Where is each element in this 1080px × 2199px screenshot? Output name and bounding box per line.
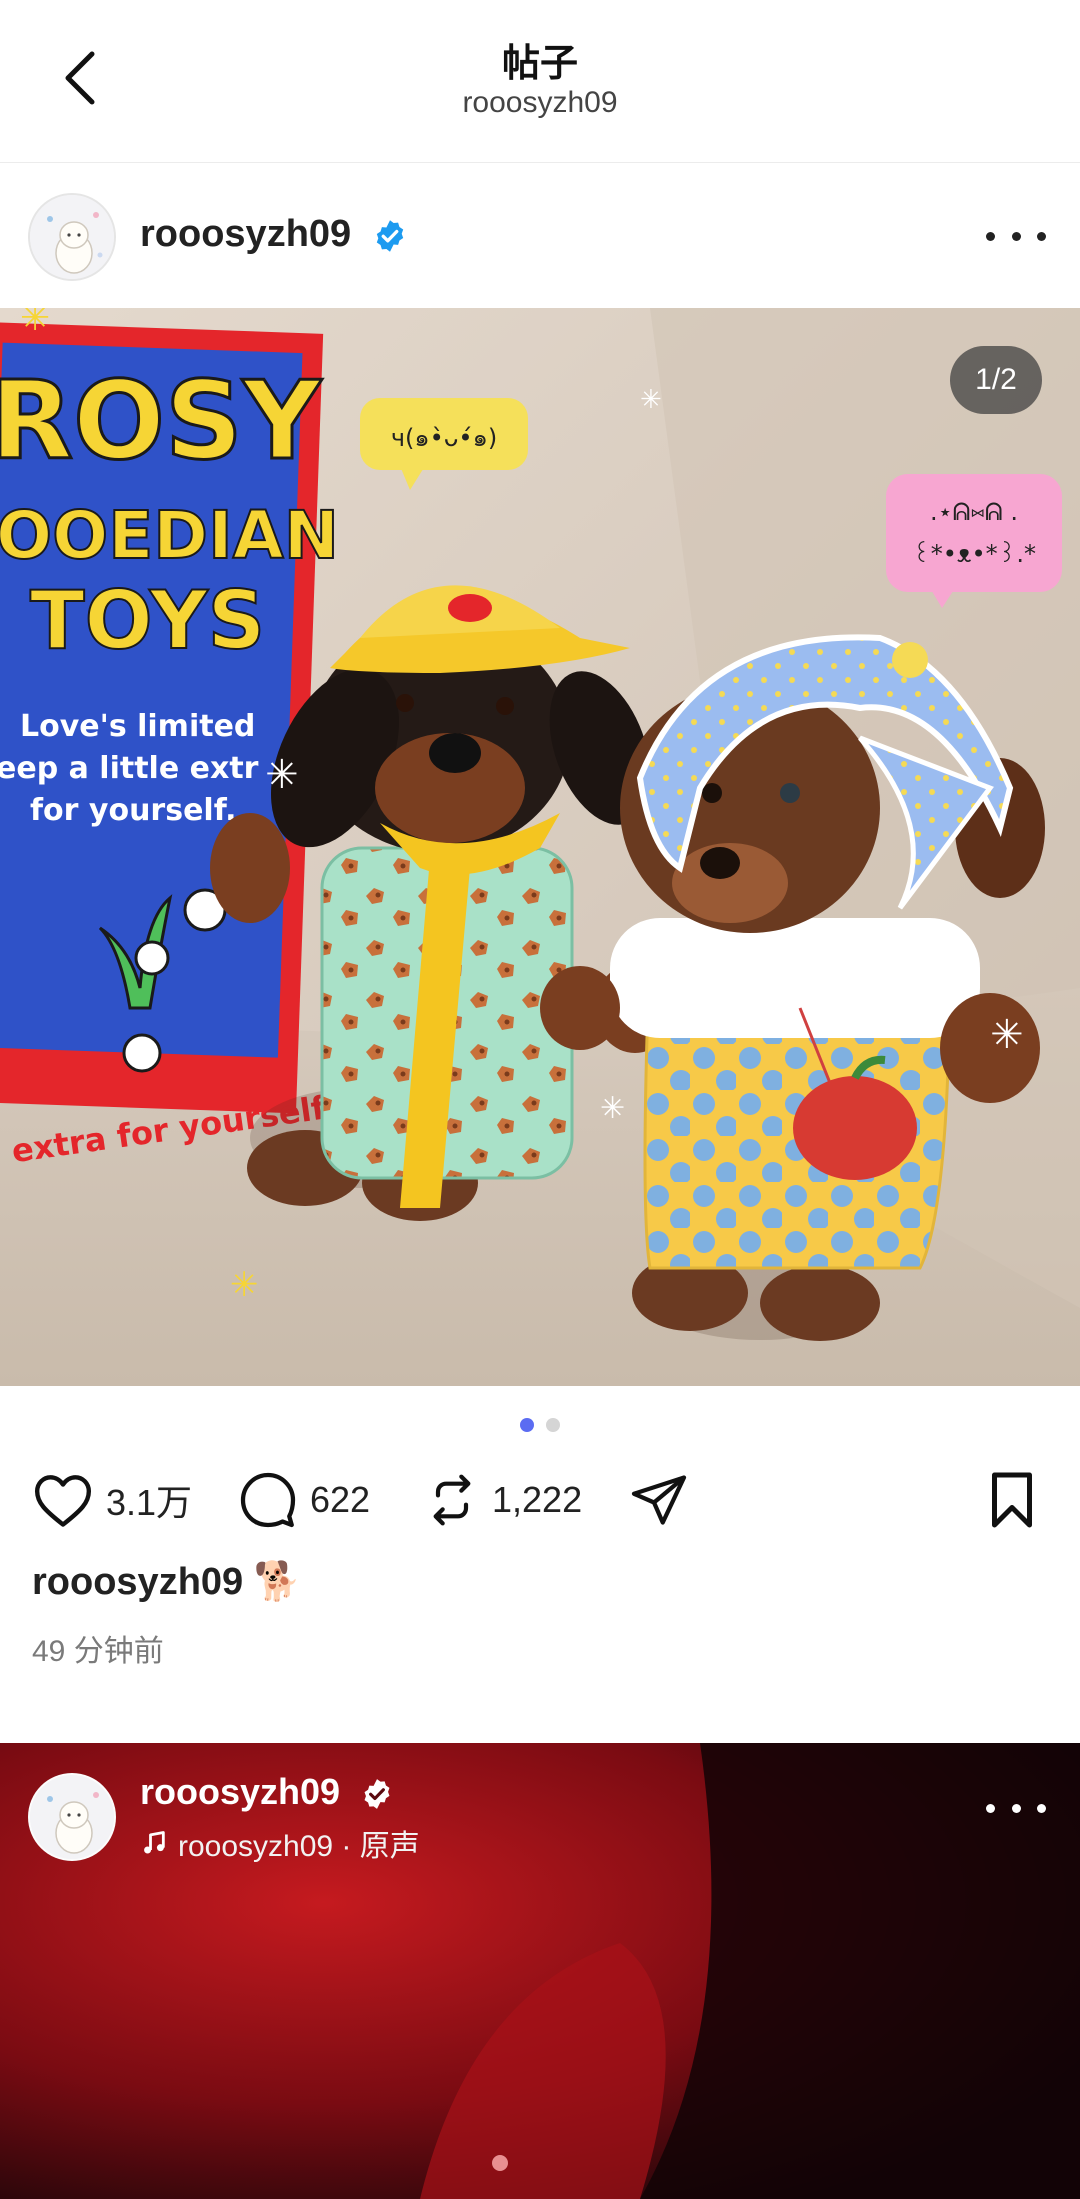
svg-text:✳: ✳: [990, 1013, 1024, 1057]
next-post-audio[interactable]: rooosyzh09 · 原声: [140, 1821, 420, 1865]
post-username-text[interactable]: rooosyzh09: [140, 213, 351, 255]
repost-count: 1,222: [492, 1479, 583, 1520]
next-post-username-text[interactable]: rooosyzh09: [140, 1771, 340, 1812]
more-options-button[interactable]: [986, 221, 1046, 251]
more-dot-icon: [1011, 231, 1021, 241]
save-button[interactable]: [986, 1460, 1038, 1540]
post-timestamp: 49 分钟前: [32, 1635, 164, 1668]
verified-badge-icon: [376, 220, 403, 252]
next-post-avatar[interactable]: [28, 1773, 116, 1861]
carousel-dot-active: [520, 1418, 534, 1432]
action-bar: 3.1万 622 1,222: [0, 1460, 1080, 1540]
sticker-bubble-left: ч(๑•̀ᴗ•́๑): [391, 424, 497, 452]
post-username[interactable]: rooosyzh09: [140, 213, 408, 256]
avatar[interactable]: [28, 193, 116, 281]
comment-button[interactable]: 622: [238, 1460, 370, 1540]
verified-badge-icon: [364, 1779, 390, 1810]
box-title-1: ROSY: [0, 359, 323, 484]
next-post-username[interactable]: rooosyzh09: [140, 1771, 394, 1813]
top-nav-bar: 帖子 rooosyzh09: [0, 0, 1080, 163]
caption-username[interactable]: rooosyzh09: [32, 1561, 243, 1603]
box-title-2: OOEDIAN: [0, 497, 339, 574]
page-title: 帖子: [501, 43, 578, 85]
svg-text:✳: ✳: [600, 1092, 625, 1125]
carousel-dot: [546, 1418, 560, 1432]
box-tagline-1: Love's limited: [20, 709, 255, 744]
svg-text:✳: ✳: [265, 753, 299, 797]
next-post[interactable]: rooosyzh09 rooosyzh09 · 原声: [0, 1743, 1080, 2199]
svg-text:✳: ✳: [230, 1266, 259, 1304]
box-title-3: TOYS: [30, 574, 265, 667]
more-dot-icon: [1011, 1803, 1021, 1813]
box-tagline-3: for yourself.: [30, 793, 237, 828]
send-icon: [631, 1475, 687, 1525]
box-tagline-2: eep a little extr: [0, 751, 259, 786]
next-post-audio-label[interactable]: rooosyzh09 · 原声: [178, 1821, 420, 1865]
next-post-more-button[interactable]: [986, 1793, 1046, 1823]
bookmark-icon: [992, 1472, 1032, 1528]
sticker-bubble-right-1: .⋆ᕱ⑅ᕱ .: [930, 498, 1018, 526]
repost-button[interactable]: 1,222: [424, 1460, 582, 1540]
repost-icon: [433, 1474, 471, 1526]
heart-icon: [34, 1475, 92, 1527]
post-image[interactable]: ROSY OOEDIAN TOYS Love's limited eep a l…: [0, 308, 1080, 1386]
more-dot-icon: [1037, 231, 1046, 241]
comment-icon: [240, 1472, 296, 1528]
page-subtitle: rooosyzh09: [462, 86, 618, 119]
svg-text:✳: ✳: [640, 384, 662, 414]
post-caption: rooosyzh09 🐕: [32, 1560, 301, 1604]
sticker-bubble-right-2: ꒰*•ᴥ•*꒱.*: [912, 540, 1036, 568]
comment-count: 622: [310, 1479, 371, 1520]
like-button[interactable]: 3.1万: [32, 1460, 192, 1540]
post-photo: ROSY OOEDIAN TOYS Love's limited eep a l…: [0, 308, 1080, 1386]
more-dot-icon: [986, 1803, 995, 1813]
carousel-indicator: [0, 1418, 1080, 1432]
more-dot-icon: [1037, 1803, 1046, 1813]
music-note-icon: [144, 1831, 165, 1854]
caption-emoji: 🐕: [253, 1561, 302, 1603]
post-header: rooosyzh09: [0, 163, 1080, 308]
more-dot-icon: [986, 231, 995, 241]
svg-text:✳: ✳: [20, 308, 50, 338]
image-counter: 1/2: [950, 346, 1042, 414]
like-count: 3.1万: [106, 1482, 193, 1523]
share-button[interactable]: [628, 1460, 690, 1540]
